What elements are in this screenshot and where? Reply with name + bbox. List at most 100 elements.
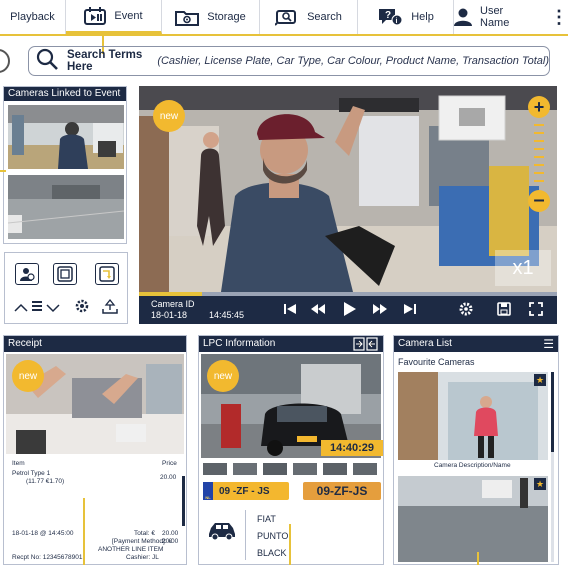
- receipt-line1-price: 20.00: [160, 474, 177, 481]
- receipt-payment-value: 20.00: [162, 538, 179, 545]
- zoom-out-button[interactable]: –: [528, 190, 550, 212]
- linked-cameras-title: Cameras Linked to Event: [4, 87, 126, 101]
- export-button[interactable]: [95, 263, 119, 285]
- camera-list-panel: Camera List ☰ Favourite Cameras ★ Camera…: [393, 335, 559, 565]
- fast-forward-button[interactable]: [371, 301, 389, 317]
- license-plate-text: NL 09 -ZF - JS: [203, 482, 289, 500]
- nav-storage[interactable]: Storage: [162, 0, 260, 34]
- nav-help[interactable]: ? i Help: [358, 0, 454, 34]
- nav-playback-label: Playback: [10, 11, 55, 23]
- receipt-datetime: 18-01-18 @ 14:45:00: [12, 530, 74, 537]
- receipt-total-label: Total: €: [134, 530, 155, 537]
- fullscreen-icon: [529, 302, 543, 316]
- hamburger-menu-icon[interactable]: ☰: [543, 336, 554, 352]
- license-plate-crop-value: 09-ZF-JS: [316, 484, 368, 498]
- license-plate-crop: 09-ZF-JS: [303, 482, 381, 500]
- license-plate-value: 09 -ZF - JS: [219, 485, 270, 497]
- receipt-col-price: Price: [162, 460, 177, 467]
- car-colour: BLACK: [257, 548, 287, 558]
- linked-camera-thumb-2[interactable]: [7, 175, 125, 239]
- fullscreen-button[interactable]: [527, 301, 545, 317]
- camera-list-thumb-1: [398, 372, 548, 460]
- zoom-in-button[interactable]: +: [528, 96, 550, 118]
- export-arrow-icon: [99, 266, 115, 282]
- camera-list-scroll-thumb[interactable]: [551, 372, 554, 452]
- storage-icon: [175, 8, 200, 26]
- plus-icon: +: [533, 97, 545, 117]
- video-settings-button[interactable]: [457, 301, 475, 317]
- lpc-frame-strip[interactable]: [201, 462, 381, 475]
- camera-caption: Camera Description/Name: [434, 462, 511, 469]
- skip-end-icon: [404, 304, 416, 314]
- settings-button[interactable]: [73, 297, 93, 317]
- receipt-panel: Receipt new Item Price Petrol Type 1 20.…: [3, 335, 187, 565]
- skip-end-button[interactable]: [401, 301, 419, 317]
- receipt-col-item: Item: [12, 460, 25, 467]
- upload-tray-icon: [102, 298, 118, 314]
- eu-flag-icon: NL: [203, 482, 213, 500]
- layer-stepper[interactable]: [13, 297, 63, 317]
- car-icon: [207, 520, 237, 545]
- receipt-number: Recpt No: 12345678901: [12, 554, 83, 561]
- fullscreen-region-button[interactable]: [53, 263, 77, 285]
- camera-id-label: Camera ID: [151, 299, 195, 309]
- car-model: PUNTO: [257, 531, 289, 541]
- linked-cameras-panel: Cameras Linked to Event: [3, 86, 127, 244]
- nav-user-label: User Name: [480, 5, 510, 29]
- top-nav: Playback Event Storage Search ? i Help U…: [0, 0, 568, 36]
- accent-line: [83, 498, 85, 565]
- gear-icon: [459, 302, 473, 316]
- search-input[interactable]: Search Terms Here (Cashier, License Plat…: [28, 46, 550, 76]
- favourite-cameras-label: Favourite Cameras: [398, 357, 475, 367]
- video-new-badge: new: [153, 100, 185, 132]
- receipt-text: Item Price Petrol Type 1 20.00 (11.77 €1…: [6, 458, 185, 562]
- receipt-new-badge: new: [12, 360, 44, 392]
- playback-progress-track[interactable]: [139, 292, 557, 296]
- search-icon: [35, 47, 59, 76]
- save-clip-button[interactable]: [495, 301, 513, 317]
- nav-playback[interactable]: Playback: [0, 0, 66, 34]
- event-icon: [84, 6, 107, 25]
- skip-start-icon: [284, 304, 296, 314]
- tools-panel: [4, 252, 128, 324]
- video-control-bar: Camera ID 18-01-18 14:45:45: [139, 292, 557, 324]
- nav-search[interactable]: Search: [260, 0, 358, 34]
- rewind-button[interactable]: [309, 301, 327, 317]
- person-detect-button[interactable]: [15, 263, 39, 285]
- camera-list-scrollbar[interactable]: [551, 372, 554, 562]
- lpc-timestamp: 14:40:29: [321, 440, 383, 456]
- camera-list-thumb-2: [398, 476, 548, 562]
- minus-icon: –: [533, 189, 545, 211]
- search-label: Search Terms Here: [67, 49, 143, 73]
- receipt-total-value: 20.00: [162, 530, 179, 537]
- lpc-panel: LPC Information new 14:40:29 NL 09 -ZF -…: [198, 335, 384, 565]
- skip-start-button[interactable]: [281, 301, 299, 317]
- receipt-cashier: Cashier: JL: [126, 554, 159, 561]
- search-toggle-button[interactable]: [0, 49, 10, 73]
- zoom-slider[interactable]: [532, 122, 546, 186]
- favourite-star-icon[interactable]: ★: [534, 478, 546, 490]
- upload-button[interactable]: [101, 297, 121, 317]
- play-icon: [344, 302, 356, 316]
- camera-list-title-text: Camera List: [398, 338, 452, 349]
- play-button[interactable]: [341, 301, 359, 317]
- camera-list-item-2[interactable]: ★: [398, 476, 548, 562]
- playback-progress-fill: [139, 292, 202, 296]
- favourite-star-icon[interactable]: ★: [534, 374, 546, 386]
- receipt-another: ANOTHER LINE ITEM: [98, 546, 164, 553]
- camera-list-title: Camera List ☰: [394, 336, 558, 352]
- nav-user[interactable]: User Name ⋮: [454, 0, 568, 34]
- camera-list-item-1[interactable]: ★: [398, 372, 548, 460]
- receipt-scrollbar[interactable]: [182, 476, 185, 526]
- kebab-menu-icon[interactable]: ⋮: [550, 7, 568, 28]
- lpc-title-text: LPC Information: [203, 338, 276, 349]
- linked-camera-thumb-1[interactable]: [8, 105, 124, 169]
- search-camera-icon: [275, 8, 299, 26]
- nav-event-label: Event: [114, 9, 143, 22]
- main-video-feed[interactable]: new + – x1: [139, 86, 557, 292]
- nav-event[interactable]: Event: [66, 0, 162, 34]
- region-icon: [57, 266, 73, 282]
- nav-search-label: Search: [307, 11, 342, 23]
- accent-tick: [0, 170, 6, 172]
- search-row: Search Terms Here (Cashier, License Plat…: [0, 44, 568, 80]
